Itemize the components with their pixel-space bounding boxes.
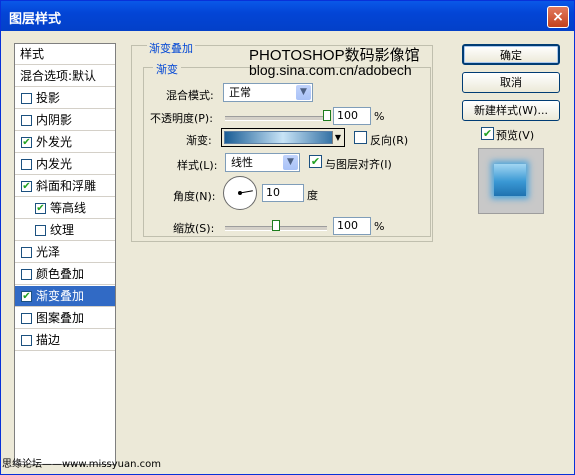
- angle-unit: 度: [307, 189, 318, 202]
- sidebar-item-checkbox[interactable]: ✔: [35, 203, 46, 214]
- style-select[interactable]: 线性 ▼: [225, 153, 300, 172]
- opacity-label: 不透明度(P):: [150, 112, 213, 125]
- blend-options-item[interactable]: 混合选项:默认: [15, 66, 115, 87]
- sidebar-item[interactable]: 光泽: [15, 242, 115, 263]
- sidebar-item[interactable]: 纹理: [15, 220, 115, 241]
- new-style-button[interactable]: 新建样式(W)...: [462, 100, 560, 121]
- sidebar-item-checkbox[interactable]: [21, 313, 32, 324]
- sidebar-item-checkbox[interactable]: [21, 269, 32, 280]
- sidebar-item-label: 内发光: [36, 157, 73, 171]
- gradient-overlay-title: 渐变叠加: [147, 40, 195, 56]
- reverse-label: 反向(R): [370, 134, 409, 147]
- gradient-dropdown-icon[interactable]: ▼: [332, 131, 343, 144]
- close-button[interactable]: ×: [547, 6, 569, 28]
- style-list-header[interactable]: 样式: [15, 44, 115, 65]
- sidebar-item-label: 斜面和浮雕: [36, 179, 97, 193]
- scale-label: 缩放(S):: [173, 222, 215, 235]
- sidebar-item-label: 纹理: [50, 223, 75, 237]
- sidebar-item[interactable]: 内发光: [15, 154, 115, 175]
- style-list: 样式 混合选项:默认 投影内阴影 ✔ 外发光内发光 ✔ 斜面和浮雕 ✔ 等高线纹理光泽颜色叠…: [14, 43, 116, 465]
- align-label: 与图层对齐(I): [325, 158, 392, 171]
- opacity-unit: %: [374, 110, 385, 123]
- blend-mode-value: 正常: [229, 86, 251, 99]
- style-value: 线性: [231, 156, 253, 169]
- sidebar-item-checkbox[interactable]: ✔: [21, 291, 32, 302]
- style-preview: [478, 148, 544, 214]
- cancel-button[interactable]: 取消: [462, 72, 560, 93]
- gradient-picker[interactable]: ▼: [221, 128, 345, 147]
- sidebar-item[interactable]: ✔ 等高线: [15, 198, 115, 219]
- window-title: 图层样式: [9, 12, 62, 27]
- angle-dial[interactable]: [223, 176, 257, 210]
- gradient-preview[interactable]: [224, 131, 342, 144]
- sidebar-item[interactable]: 颜色叠加: [15, 264, 115, 285]
- sidebar-item[interactable]: 投影: [15, 88, 115, 109]
- opacity-input[interactable]: 100: [333, 107, 371, 125]
- layer-style-dialog: 图层样式 × 样式 混合选项:默认 投影内阴影 ✔ 外发光内发光 ✔ 斜面和浮雕 ✔ 等高线…: [0, 0, 575, 475]
- align-checkbox[interactable]: ✔: [309, 155, 322, 168]
- sidebar-item-checkbox[interactable]: [21, 115, 32, 126]
- sidebar-item[interactable]: 描边: [15, 330, 115, 351]
- scale-unit: %: [374, 220, 385, 233]
- sidebar-item-checkbox[interactable]: [21, 93, 32, 104]
- angle-dial-needle: [238, 190, 253, 195]
- chevron-down-icon: ▼: [296, 85, 311, 100]
- preview-swatch: [494, 164, 526, 196]
- opacity-slider-track[interactable]: [225, 116, 327, 121]
- sidebar-item-label: 描边: [36, 333, 61, 347]
- watermark-url: blog.sina.com.cn/adobech: [249, 62, 412, 78]
- gradient-subgroup-title: 渐变: [153, 61, 181, 77]
- sidebar-item-checkbox[interactable]: [21, 247, 32, 258]
- sidebar-item-label: 颜色叠加: [36, 267, 85, 281]
- title-bar[interactable]: 图层样式 ×: [1, 1, 574, 31]
- sidebar-item-label: 外发光: [36, 135, 73, 149]
- angle-input[interactable]: 10: [262, 184, 304, 202]
- opacity-slider-thumb[interactable]: [323, 110, 331, 121]
- scale-slider-thumb[interactable]: [272, 220, 280, 231]
- forum-footer: 思缘论坛——www.missyuan.com: [2, 459, 161, 470]
- chevron-down-icon: ▼: [283, 155, 298, 170]
- sidebar-item-checkbox[interactable]: ✔: [21, 181, 32, 192]
- sidebar-item-checkbox[interactable]: [21, 159, 32, 170]
- sidebar-item-checkbox[interactable]: [35, 225, 46, 236]
- sidebar-item-checkbox[interactable]: ✔: [21, 137, 32, 148]
- preview-checkbox[interactable]: ✔: [481, 127, 494, 140]
- sidebar-item[interactable]: ✔ 外发光: [15, 132, 115, 153]
- sidebar-item-label: 图案叠加: [36, 311, 85, 325]
- sidebar-item[interactable]: ✔ 渐变叠加: [15, 286, 115, 307]
- sidebar-item-checkbox[interactable]: [21, 335, 32, 346]
- angle-label: 角度(N):: [173, 190, 216, 203]
- sidebar-item-label: 内阴影: [36, 113, 73, 127]
- style-label: 样式(L):: [177, 159, 218, 172]
- gradient-label: 渐变:: [186, 134, 212, 147]
- sidebar-item-label: 等高线: [50, 201, 87, 215]
- sidebar-item-label: 投影: [36, 91, 61, 105]
- scale-input[interactable]: 100: [333, 217, 371, 235]
- ok-button[interactable]: 确定: [462, 44, 560, 65]
- sidebar-item[interactable]: 内阴影: [15, 110, 115, 131]
- sidebar-item-label: 光泽: [36, 245, 61, 259]
- sidebar-item[interactable]: 图案叠加: [15, 308, 115, 329]
- sidebar-item-label: 渐变叠加: [36, 289, 85, 303]
- blend-mode-select[interactable]: 正常 ▼: [223, 83, 313, 102]
- reverse-checkbox[interactable]: [354, 131, 367, 144]
- sidebar-item[interactable]: ✔ 斜面和浮雕: [15, 176, 115, 197]
- blend-mode-label: 混合模式:: [166, 89, 214, 102]
- preview-label: 预览(V): [496, 129, 535, 142]
